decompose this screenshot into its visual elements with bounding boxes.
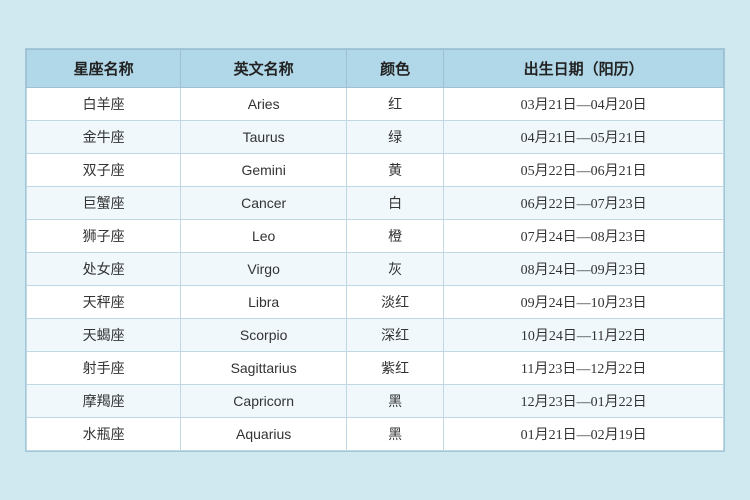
- table-row: 射手座Sagittarius紫红11月23日—12月22日: [27, 352, 724, 385]
- cell-chinese-name: 白羊座: [27, 88, 181, 121]
- zodiac-table-container: 星座名称 英文名称 颜色 出生日期（阳历） 白羊座Aries红03月21日—04…: [25, 48, 725, 452]
- cell-chinese-name: 水瓶座: [27, 418, 181, 451]
- cell-chinese-name: 射手座: [27, 352, 181, 385]
- cell-dates: 01月21日—02月19日: [444, 418, 724, 451]
- cell-color: 紫红: [347, 352, 444, 385]
- cell-dates: 09月24日—10月23日: [444, 286, 724, 319]
- table-body: 白羊座Aries红03月21日—04月20日金牛座Taurus绿04月21日—0…: [27, 88, 724, 451]
- cell-color: 淡红: [347, 286, 444, 319]
- cell-chinese-name: 处女座: [27, 253, 181, 286]
- zodiac-table: 星座名称 英文名称 颜色 出生日期（阳历） 白羊座Aries红03月21日—04…: [26, 49, 724, 451]
- cell-english-name: Aries: [181, 88, 347, 121]
- cell-english-name: Virgo: [181, 253, 347, 286]
- table-row: 摩羯座Capricorn黑12月23日—01月22日: [27, 385, 724, 418]
- cell-color: 橙: [347, 220, 444, 253]
- header-english-name: 英文名称: [181, 50, 347, 88]
- cell-color: 红: [347, 88, 444, 121]
- table-row: 处女座Virgo灰08月24日—09月23日: [27, 253, 724, 286]
- cell-color: 黑: [347, 385, 444, 418]
- cell-color: 绿: [347, 121, 444, 154]
- header-chinese-name: 星座名称: [27, 50, 181, 88]
- cell-english-name: Scorpio: [181, 319, 347, 352]
- cell-color: 白: [347, 187, 444, 220]
- cell-chinese-name: 金牛座: [27, 121, 181, 154]
- cell-english-name: Sagittarius: [181, 352, 347, 385]
- table-header-row: 星座名称 英文名称 颜色 出生日期（阳历）: [27, 50, 724, 88]
- cell-english-name: Leo: [181, 220, 347, 253]
- table-row: 双子座Gemini黄05月22日—06月21日: [27, 154, 724, 187]
- cell-chinese-name: 巨蟹座: [27, 187, 181, 220]
- cell-chinese-name: 狮子座: [27, 220, 181, 253]
- cell-english-name: Aquarius: [181, 418, 347, 451]
- cell-chinese-name: 天秤座: [27, 286, 181, 319]
- cell-dates: 06月22日—07月23日: [444, 187, 724, 220]
- table-row: 天秤座Libra淡红09月24日—10月23日: [27, 286, 724, 319]
- cell-dates: 03月21日—04月20日: [444, 88, 724, 121]
- cell-color: 深红: [347, 319, 444, 352]
- cell-color: 黑: [347, 418, 444, 451]
- table-row: 水瓶座Aquarius黑01月21日—02月19日: [27, 418, 724, 451]
- table-row: 白羊座Aries红03月21日—04月20日: [27, 88, 724, 121]
- cell-dates: 07月24日—08月23日: [444, 220, 724, 253]
- cell-chinese-name: 摩羯座: [27, 385, 181, 418]
- cell-dates: 10月24日—11月22日: [444, 319, 724, 352]
- cell-english-name: Capricorn: [181, 385, 347, 418]
- table-row: 狮子座Leo橙07月24日—08月23日: [27, 220, 724, 253]
- cell-chinese-name: 天蝎座: [27, 319, 181, 352]
- header-color: 颜色: [347, 50, 444, 88]
- cell-dates: 05月22日—06月21日: [444, 154, 724, 187]
- table-row: 天蝎座Scorpio深红10月24日—11月22日: [27, 319, 724, 352]
- table-row: 巨蟹座Cancer白06月22日—07月23日: [27, 187, 724, 220]
- cell-dates: 11月23日—12月22日: [444, 352, 724, 385]
- cell-chinese-name: 双子座: [27, 154, 181, 187]
- cell-english-name: Taurus: [181, 121, 347, 154]
- table-row: 金牛座Taurus绿04月21日—05月21日: [27, 121, 724, 154]
- cell-english-name: Gemini: [181, 154, 347, 187]
- cell-dates: 04月21日—05月21日: [444, 121, 724, 154]
- header-dates: 出生日期（阳历）: [444, 50, 724, 88]
- cell-english-name: Libra: [181, 286, 347, 319]
- cell-english-name: Cancer: [181, 187, 347, 220]
- cell-dates: 08月24日—09月23日: [444, 253, 724, 286]
- cell-color: 黄: [347, 154, 444, 187]
- cell-color: 灰: [347, 253, 444, 286]
- cell-dates: 12月23日—01月22日: [444, 385, 724, 418]
